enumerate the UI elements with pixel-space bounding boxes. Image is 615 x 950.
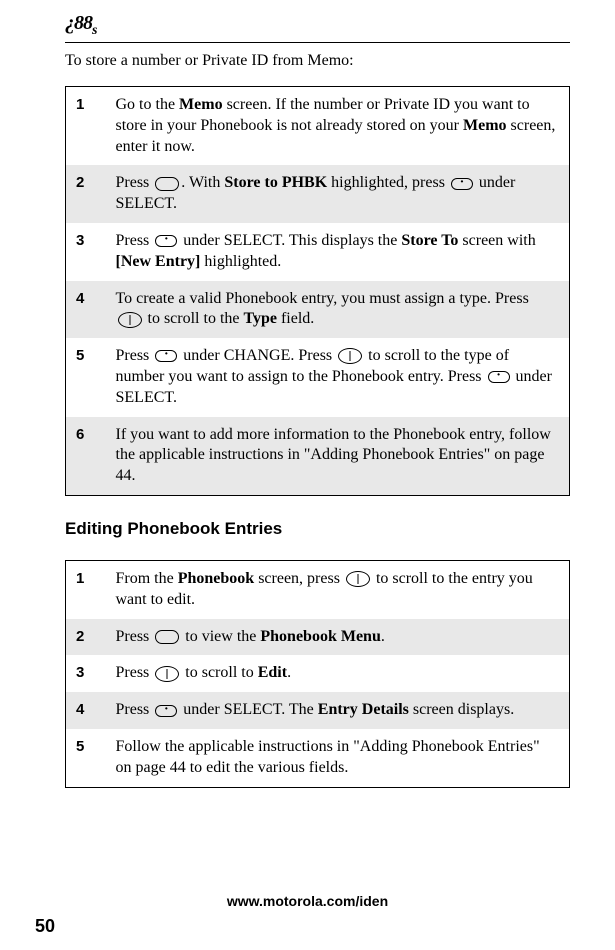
intro-text: To store a number or Private ID from Mem… — [65, 51, 570, 72]
table2-body: 1From the Phonebook screen, press to scr… — [66, 561, 570, 788]
table-row: 3Press under SELECT. This displays the S… — [66, 223, 570, 281]
step-number: 3 — [66, 655, 106, 692]
scroll-icon — [118, 312, 142, 328]
button-icon — [488, 371, 510, 383]
instruction-table-2: 1From the Phonebook screen, press to scr… — [65, 560, 570, 788]
table-row: 1Go to the Memo screen. If the number or… — [66, 86, 570, 165]
step-number: 5 — [66, 338, 106, 416]
step-number: 3 — [66, 223, 106, 281]
bold-term: [New Entry] — [116, 253, 201, 270]
step-text: If you want to add more information to t… — [106, 417, 570, 496]
step-text: Go to the Memo screen. If the number or … — [106, 86, 570, 165]
table-row: 4Press under SELECT. The Entry Details s… — [66, 692, 570, 729]
step-number: 2 — [66, 619, 106, 656]
scroll-icon — [155, 666, 179, 682]
button-icon — [155, 235, 177, 247]
menu-icon — [155, 177, 179, 191]
bold-term: Memo — [179, 96, 223, 113]
logo-sub: s — [92, 23, 96, 38]
table-row: 2Press to view the Phonebook Menu. — [66, 619, 570, 656]
section-heading: Editing Phonebook Entries — [65, 518, 570, 540]
step-number: 4 — [66, 281, 106, 339]
button-icon — [155, 705, 177, 717]
step-text: To create a valid Phonebook entry, you m… — [106, 281, 570, 339]
page-number: 50 — [35, 915, 55, 938]
table-row: 2Press . With Store to PHBK highlighted,… — [66, 165, 570, 223]
button-icon — [451, 178, 473, 190]
step-text: Press . With Store to PHBK highlighted, … — [106, 165, 570, 223]
step-text: Press under SELECT. This displays the St… — [106, 223, 570, 281]
menu-icon — [155, 630, 179, 644]
table-row: 5Follow the applicable instructions in "… — [66, 729, 570, 787]
scroll-icon — [346, 571, 370, 587]
bold-term: Type — [243, 310, 276, 327]
step-text: Press under CHANGE. Press to scroll to t… — [106, 338, 570, 416]
table-row: 4To create a valid Phonebook entry, you … — [66, 281, 570, 339]
table-row: 5Press under CHANGE. Press to scroll to … — [66, 338, 570, 416]
header-logo: ¿88s — [65, 10, 570, 40]
step-text: Press under SELECT. The Entry Details sc… — [106, 692, 570, 729]
step-number: 6 — [66, 417, 106, 496]
bold-term: Store to PHBK — [224, 174, 327, 191]
step-text: Press to view the Phonebook Menu. — [106, 619, 570, 656]
bold-term: Phonebook — [178, 570, 254, 587]
button-icon — [155, 350, 177, 362]
step-number: 2 — [66, 165, 106, 223]
step-text: Follow the applicable instructions in "A… — [106, 729, 570, 787]
bold-term: Memo — [463, 117, 507, 134]
step-number: 5 — [66, 729, 106, 787]
step-number: 1 — [66, 561, 106, 619]
step-number: 4 — [66, 692, 106, 729]
step-number: 1 — [66, 86, 106, 165]
table-row: 1From the Phonebook screen, press to scr… — [66, 561, 570, 619]
bold-term: Edit — [258, 664, 287, 681]
header-divider — [65, 42, 570, 43]
bold-term: Entry Details — [318, 701, 409, 718]
instruction-table-1: 1Go to the Memo screen. If the number or… — [65, 86, 570, 496]
footer-url: www.motorola.com/iden — [0, 892, 615, 910]
logo-text: ¿88 — [65, 12, 92, 34]
step-text: Press to scroll to Edit. — [106, 655, 570, 692]
table-row: 3Press to scroll to Edit. — [66, 655, 570, 692]
table-row: 6If you want to add more information to … — [66, 417, 570, 496]
scroll-icon — [338, 348, 362, 364]
bold-term: Phonebook Menu — [260, 628, 380, 645]
bold-term: Store To — [401, 232, 458, 249]
step-text: From the Phonebook screen, press to scro… — [106, 561, 570, 619]
table1-body: 1Go to the Memo screen. If the number or… — [66, 86, 570, 495]
